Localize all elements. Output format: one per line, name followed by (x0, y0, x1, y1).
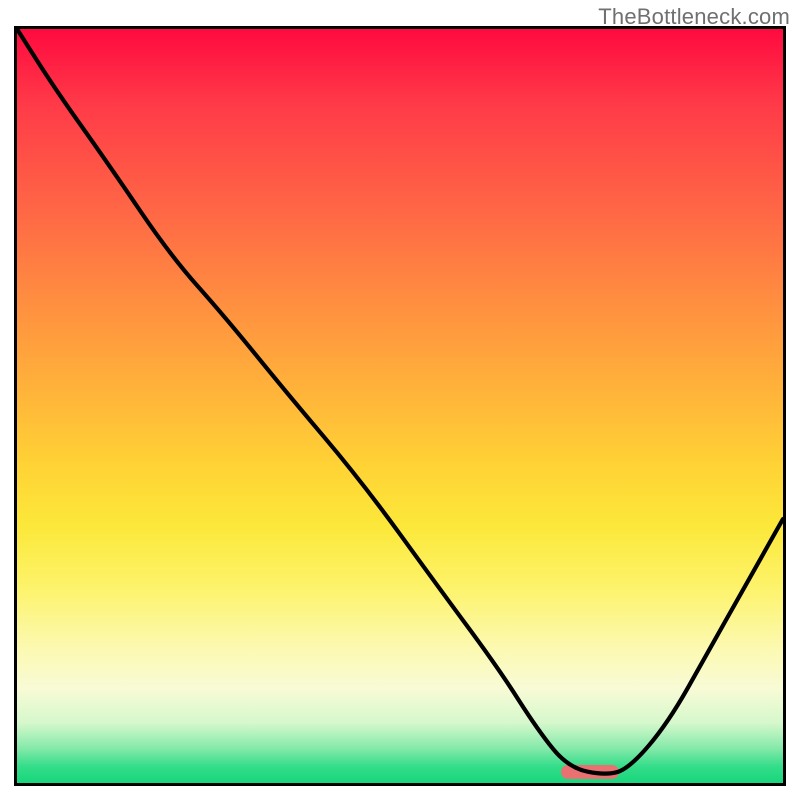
curve-path (17, 29, 783, 774)
chart-area (14, 26, 786, 786)
bottleneck-curve (17, 29, 783, 783)
